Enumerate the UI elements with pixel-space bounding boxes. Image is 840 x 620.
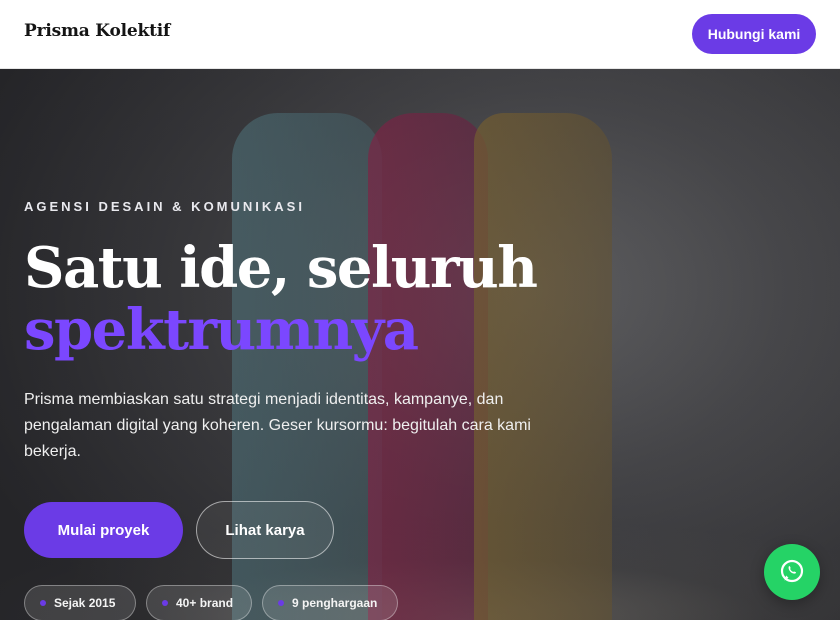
hero-title-line1: Satu ide, seluruh — [24, 235, 538, 301]
badge-label: 40+ brand — [176, 596, 234, 610]
badge-dot — [40, 600, 46, 606]
start-project-button[interactable]: Mulai proyek — [24, 502, 183, 558]
badge-label: Sejak 2015 — [54, 596, 116, 610]
hero-description: Prisma membiaskan satu strategi menjadi … — [24, 391, 531, 460]
whatsapp-icon — [779, 558, 805, 587]
stat-badge-brands: 40+ brand — [146, 585, 252, 620]
hero-title-line2: spektrumnya — [24, 297, 419, 363]
stat-badge-awards: 9 penghargaan — [262, 585, 398, 620]
brand-logo[interactable]: Prisma Kolektif — [24, 21, 170, 41]
badge-dot — [162, 600, 168, 606]
hero-title: Satu ide, seluruh spektrumnya — [24, 235, 538, 363]
badge-label: 9 penghargaan — [292, 596, 378, 610]
stat-badge-since: Sejak 2015 — [24, 585, 136, 620]
hero-eyebrow: AGENSI DESAIN & KOMUNIKASI — [24, 199, 305, 214]
hero-section: AGENSI DESAIN & KOMUNIKASI Satu ide, sel… — [0, 69, 840, 620]
badge-dot — [278, 600, 284, 606]
view-work-button[interactable]: Lihat karya — [196, 501, 334, 559]
site-header: Prisma Kolektif Hubungi kami — [0, 0, 840, 69]
whatsapp-chat-button[interactable] — [764, 544, 820, 600]
contact-button[interactable]: Hubungi kami — [692, 14, 816, 54]
